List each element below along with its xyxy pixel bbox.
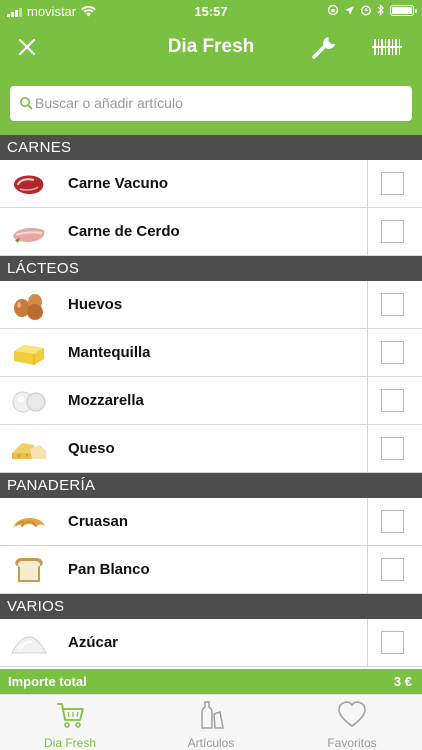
list-item[interactable]: Huevos	[0, 281, 422, 329]
mozzarella-icon	[12, 391, 46, 413]
search-input[interactable]: Buscar o añadir artículo	[10, 86, 412, 121]
item-checkbox[interactable]	[381, 631, 404, 654]
item-name: Azúcar	[68, 634, 119, 651]
list-item[interactable]: Carne de Cerdo	[0, 208, 422, 256]
search-placeholder: Buscar o añadir artículo	[35, 95, 183, 111]
item-name: Huevos	[68, 296, 123, 313]
divider	[367, 281, 368, 329]
battery-icon	[390, 4, 417, 16]
item-checkbox[interactable]	[381, 389, 404, 412]
list-item[interactable]: Mantequilla	[0, 329, 422, 377]
divider	[367, 329, 368, 377]
location-icon	[345, 5, 354, 15]
tab-label: Dia Fresh	[43, 736, 96, 750]
list-item[interactable]: Azúcar	[0, 619, 422, 667]
bluetooth-icon	[377, 4, 384, 16]
item-checkbox[interactable]	[381, 510, 404, 533]
list-item[interactable]: Mozzarella	[0, 377, 422, 425]
item-checkbox[interactable]	[381, 220, 404, 243]
item-name: Queso	[68, 440, 115, 457]
eggs-icon	[14, 294, 43, 320]
item-name: Pan Blanco	[68, 561, 150, 578]
alarm-icon	[360, 5, 372, 16]
search-icon	[20, 97, 33, 110]
item-name: Mozzarella	[68, 392, 144, 409]
item-checkbox[interactable]	[381, 293, 404, 316]
item-checkbox[interactable]	[381, 341, 404, 364]
list-item[interactable]: Carne Vacuno	[0, 160, 422, 208]
item-checkbox[interactable]	[381, 558, 404, 581]
item-name: Carne Vacuno	[68, 175, 169, 192]
wrench-icon[interactable]	[310, 34, 338, 60]
divider	[367, 619, 368, 667]
item-checkbox[interactable]	[381, 437, 404, 460]
tab-favoritos[interactable]: Favoritos	[282, 695, 422, 750]
total-label: Importe total	[8, 674, 87, 689]
cheese-icon	[12, 443, 46, 459]
item-name: Carne de Cerdo	[68, 223, 180, 240]
section-header-lacteos: LÁCTEOS	[0, 256, 422, 281]
tab-bar: Dia Fresh Artículos Favoritos	[0, 694, 422, 750]
tab-articulos[interactable]: Artículos	[141, 695, 281, 750]
white-bread-icon	[15, 558, 43, 582]
heart-icon	[338, 701, 366, 727]
total-bar: Importe total 3 €	[0, 669, 422, 694]
item-name: Mantequilla	[68, 344, 151, 361]
item-name: Cruasan	[68, 513, 129, 530]
navigation-bar: Dia Fresh	[0, 24, 422, 70]
pork-loin-icon	[13, 228, 45, 243]
butter-icon	[14, 345, 44, 365]
divider	[367, 208, 368, 256]
divider	[367, 498, 368, 546]
shopping-cart-icon	[57, 703, 84, 728]
header-bar: movistar 15:57 Dia Fresh Buscar o añadir…	[0, 0, 422, 135]
total-value: 3 €	[393, 674, 412, 689]
item-checkbox[interactable]	[381, 172, 404, 195]
divider	[367, 425, 368, 473]
list-item[interactable]: Cruasan	[0, 498, 422, 546]
divider	[367, 377, 368, 425]
list-item[interactable]: Queso	[0, 425, 422, 473]
bottle-icon	[201, 701, 224, 729]
tab-label: Favoritos	[327, 736, 377, 750]
rotation-lock-icon	[327, 4, 339, 16]
divider	[367, 160, 368, 208]
barcode-scanner-icon[interactable]	[372, 38, 402, 56]
beef-steak-icon	[13, 175, 44, 194]
section-header-panaderia: PANADERÍA	[0, 473, 422, 498]
section-header-varios: VARIOS	[0, 594, 422, 619]
croissant-icon	[13, 517, 45, 528]
tab-dia-fresh[interactable]: Dia Fresh	[0, 695, 140, 750]
sugar-icon	[11, 636, 47, 654]
section-header-carnes: CARNES	[0, 135, 422, 160]
shopping-list[interactable]: CARNES Carne Vacuno Carne de Cerdo LÁCTE…	[0, 135, 422, 680]
list-item[interactable]: Pan Blanco	[0, 546, 422, 594]
page-title: Dia Fresh	[167, 36, 255, 57]
status-bar: movistar 15:57	[0, 0, 422, 24]
divider	[367, 546, 368, 594]
tab-label: Artículos	[187, 736, 235, 750]
